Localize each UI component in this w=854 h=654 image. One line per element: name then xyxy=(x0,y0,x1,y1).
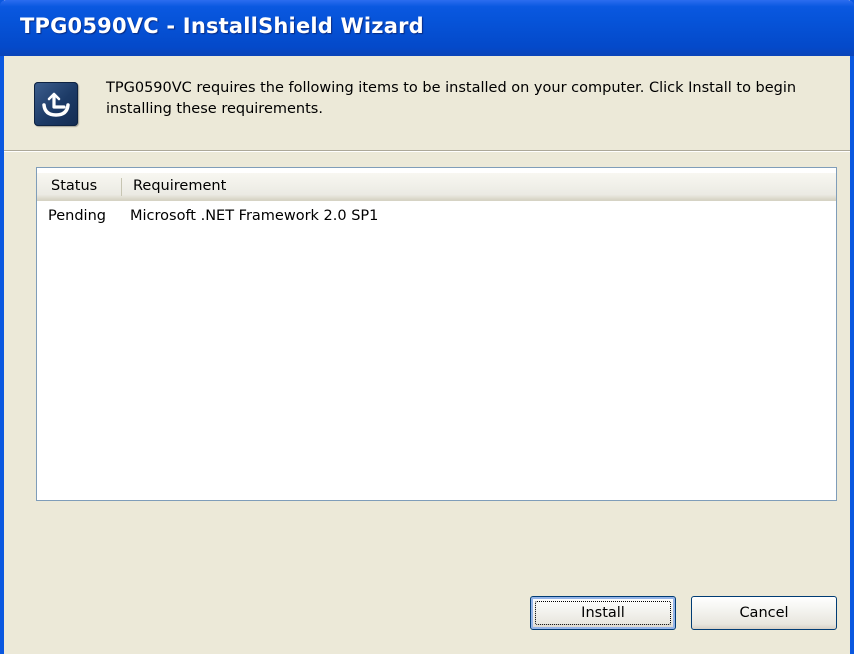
requirements-list[interactable]: Status Requirement Pending Microsoft .NE… xyxy=(36,167,837,501)
installshield-wizard-window: TPG0590VC - InstallShield Wizard TPG0590… xyxy=(0,0,854,654)
cancel-button[interactable]: Cancel xyxy=(691,596,837,630)
row-status: Pending xyxy=(48,208,106,224)
window-title: TPG0590VC - InstallShield Wizard xyxy=(20,14,424,38)
row-requirement: Microsoft .NET Framework 2.0 SP1 xyxy=(130,208,379,224)
title-bar[interactable]: TPG0590VC - InstallShield Wizard xyxy=(0,0,854,56)
focus-ring xyxy=(535,601,671,625)
installshield-icon xyxy=(34,82,78,126)
list-header: Status Requirement xyxy=(37,173,836,201)
table-row[interactable]: Pending Microsoft .NET Framework 2.0 SP1 xyxy=(37,204,836,228)
cancel-button-label: Cancel xyxy=(739,605,789,621)
column-header-requirement[interactable]: Requirement xyxy=(122,173,836,200)
column-header-status[interactable]: Status xyxy=(37,173,122,200)
requirements-message: TPG0590VC requires the following items t… xyxy=(106,80,797,117)
header-separator xyxy=(4,150,850,152)
install-button[interactable]: Install xyxy=(530,596,676,630)
